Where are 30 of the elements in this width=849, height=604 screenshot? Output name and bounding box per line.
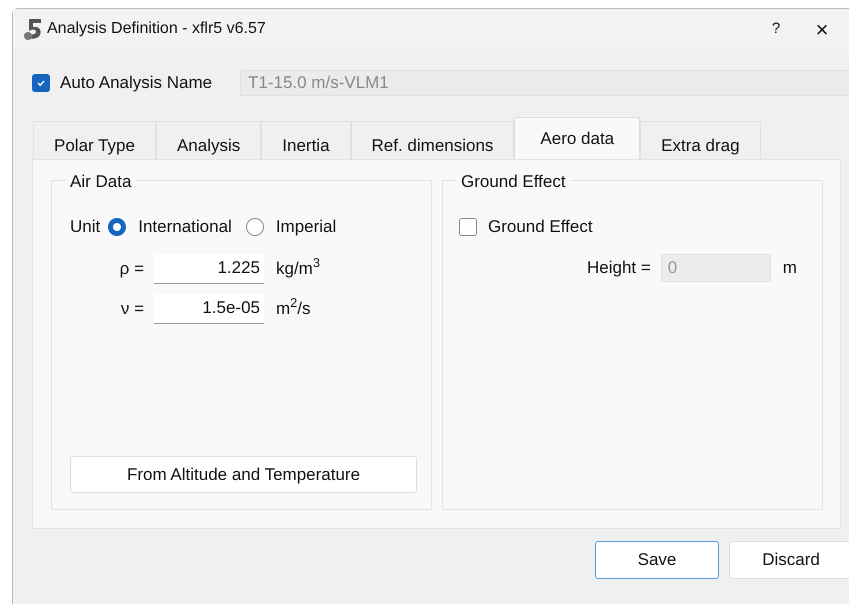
height-label: Height = xyxy=(587,256,651,279)
radio-button[interactable] xyxy=(108,218,126,236)
unit-text: kg/m$^{3}$ xyxy=(276,256,320,280)
checkbox-label: Ground Effect xyxy=(488,216,593,238)
tab[interactable]: Polar Type xyxy=(33,121,156,159)
dialog-button[interactable]: Discard xyxy=(729,541,849,579)
radio-button[interactable] xyxy=(246,218,264,236)
dialog-button[interactable]: Save xyxy=(595,541,719,579)
field-label: ν = xyxy=(120,298,145,320)
tab[interactable]: Ref. dimensions xyxy=(350,121,514,159)
tab[interactable]: Analysis xyxy=(156,121,262,159)
window-title: Analysis Definition - xflr5 v6.57 xyxy=(47,19,266,39)
unit-text: m xyxy=(782,256,797,279)
help-button[interactable]: ? xyxy=(753,9,799,49)
radio-label: Imperial xyxy=(276,216,336,238)
radio-label: International xyxy=(138,216,232,238)
close-button[interactable]: × xyxy=(799,9,845,49)
value-field[interactable]: 1.225 xyxy=(154,254,264,284)
altitude-temperature-button[interactable]: From Altitude and Temperature xyxy=(70,456,417,493)
checkbox-label: Auto Analysis Name xyxy=(60,72,214,94)
tab[interactable]: Extra drag xyxy=(640,121,761,159)
checkbox[interactable] xyxy=(459,218,477,236)
value-field[interactable]: 1.5e-05 xyxy=(154,294,264,324)
tab[interactable]: Inertia xyxy=(261,121,351,159)
unit-label: Unit xyxy=(70,216,100,238)
tab[interactable]: Aero data xyxy=(514,117,640,159)
field-label: ρ = xyxy=(118,258,145,280)
check-icon xyxy=(36,78,46,88)
unit-text: m$^{2}$/s xyxy=(276,296,310,320)
checkbox[interactable] xyxy=(32,74,50,92)
